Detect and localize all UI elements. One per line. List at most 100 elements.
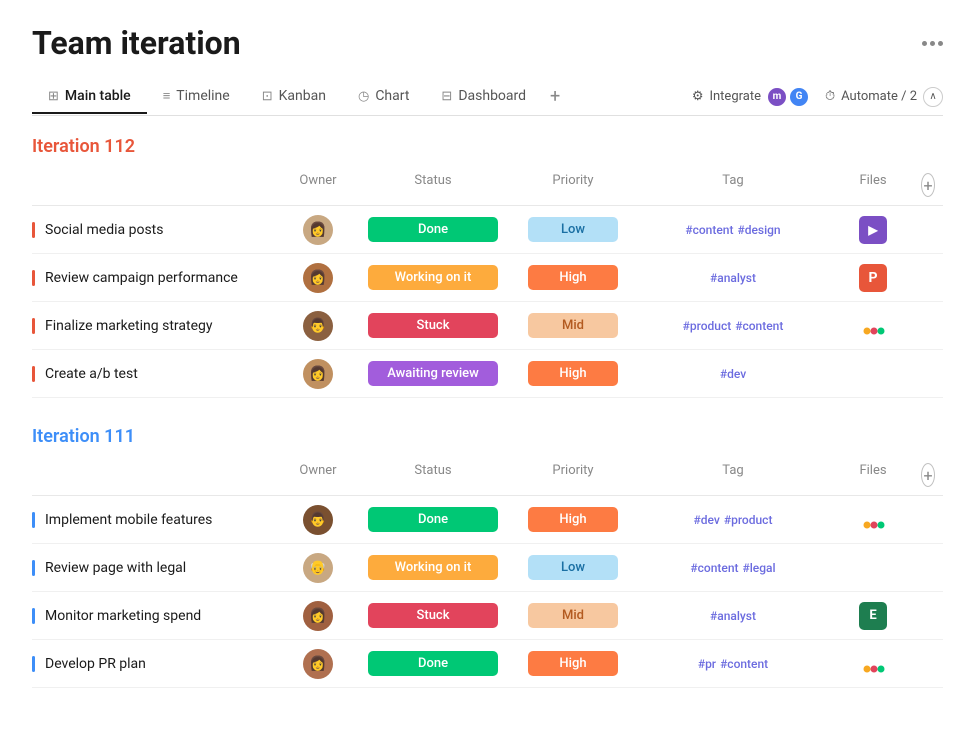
tab-main-table[interactable]: ⊞ Main table	[32, 80, 147, 114]
task-cell: Review campaign performance	[32, 262, 283, 294]
avatar: 👩	[303, 215, 333, 245]
files-cell: E	[833, 602, 913, 630]
task-name: Review page with legal	[45, 560, 186, 576]
integrate-icon: ⚙	[692, 89, 704, 104]
owner-cell: 👩	[283, 215, 353, 245]
priority-badge[interactable]: High	[528, 361, 618, 386]
file-icon[interactable]	[859, 650, 887, 678]
add-view-button[interactable]: +	[542, 78, 568, 115]
avatar: 👩	[303, 263, 333, 293]
integration-avatar-1: m	[767, 87, 787, 107]
col-header-tag: Tag	[633, 459, 833, 491]
owner-cell: 👩	[283, 601, 353, 631]
row-accent	[32, 656, 35, 672]
file-icon[interactable]: P	[859, 264, 887, 292]
row-accent	[32, 512, 35, 528]
iteration-112-header: Iteration 112	[32, 136, 943, 157]
task-name: Social media posts	[45, 222, 164, 238]
col-header-status: Status	[353, 459, 513, 491]
status-badge[interactable]: Done	[368, 507, 498, 532]
tag-cell: #content #design	[633, 223, 833, 237]
task-name: Review campaign performance	[45, 270, 238, 286]
iteration-111-header: Iteration 111	[32, 426, 943, 447]
automate-chevron-icon: ∧	[923, 87, 943, 107]
table-header: Owner Status Priority Tag Files +	[32, 455, 943, 496]
status-cell[interactable]: Stuck	[353, 603, 513, 628]
status-cell[interactable]: Done	[353, 217, 513, 242]
task-cell: Implement mobile features	[32, 504, 283, 536]
files-cell	[833, 312, 913, 340]
integrate-button[interactable]: ⚙ Integrate m G	[692, 87, 809, 107]
timeline-icon: ≡	[163, 88, 171, 104]
status-badge[interactable]: Done	[368, 651, 498, 676]
priority-badge[interactable]: High	[528, 507, 618, 532]
file-icon[interactable]	[859, 312, 887, 340]
status-cell[interactable]: Done	[353, 651, 513, 676]
tab-dashboard-label: Dashboard	[458, 88, 526, 104]
col-add-button[interactable]: +	[913, 169, 943, 201]
priority-cell[interactable]: High	[513, 361, 633, 386]
status-badge[interactable]: Done	[368, 217, 498, 242]
priority-cell[interactable]: Low	[513, 217, 633, 242]
status-cell[interactable]: Working on it	[353, 555, 513, 580]
status-badge[interactable]: Working on it	[368, 555, 498, 580]
status-cell[interactable]: Working on it	[353, 265, 513, 290]
priority-cell[interactable]: Low	[513, 555, 633, 580]
dashboard-icon: ⊟	[441, 89, 452, 104]
owner-cell: 👨	[283, 311, 353, 341]
task-name: Implement mobile features	[45, 512, 212, 528]
task-name: Finalize marketing strategy	[45, 318, 212, 334]
tag-cell: #content #legal	[633, 561, 833, 575]
status-badge[interactable]: Stuck	[368, 603, 498, 628]
automate-button[interactable]: ⏱ Automate / 2 ∧	[825, 87, 943, 107]
col-add-button[interactable]: +	[913, 459, 943, 491]
tab-kanban[interactable]: ⊡ Kanban	[246, 80, 342, 114]
add-column-icon[interactable]: +	[921, 463, 935, 487]
table-row: Develop PR plan 👩 Done High #pr #content	[32, 640, 943, 688]
priority-badge[interactable]: High	[528, 265, 618, 290]
task-name: Monitor marketing spend	[45, 608, 201, 624]
priority-badge[interactable]: Low	[528, 555, 618, 580]
priority-badge[interactable]: High	[528, 651, 618, 676]
row-accent	[32, 318, 35, 334]
tag: #content	[690, 561, 738, 575]
task-cell: Develop PR plan	[32, 648, 283, 680]
status-cell[interactable]: Stuck	[353, 313, 513, 338]
tag: #legal	[743, 561, 776, 575]
col-header-files: Files	[833, 459, 913, 491]
tab-chart[interactable]: ◷ Chart	[342, 80, 425, 114]
tag: #product	[724, 513, 773, 527]
priority-cell[interactable]: Mid	[513, 313, 633, 338]
status-badge[interactable]: Awaiting review	[368, 361, 498, 386]
iteration-111-title: Iteration 111	[32, 426, 135, 447]
status-badge[interactable]: Stuck	[368, 313, 498, 338]
more-options-button[interactable]	[922, 41, 943, 46]
add-column-icon[interactable]: +	[921, 173, 935, 197]
tab-timeline[interactable]: ≡ Timeline	[147, 80, 246, 114]
priority-cell[interactable]: High	[513, 507, 633, 532]
owner-cell: 👩	[283, 263, 353, 293]
status-badge[interactable]: Working on it	[368, 265, 498, 290]
file-icon[interactable]: E	[859, 602, 887, 630]
status-cell[interactable]: Done	[353, 507, 513, 532]
priority-badge[interactable]: Mid	[528, 313, 618, 338]
file-icon[interactable]	[859, 506, 887, 534]
priority-cell[interactable]: High	[513, 651, 633, 676]
status-cell[interactable]: Awaiting review	[353, 361, 513, 386]
tab-chart-label: Chart	[375, 88, 409, 104]
table-row: Finalize marketing strategy 👨 Stuck Mid …	[32, 302, 943, 350]
iteration-112-title: Iteration 112	[32, 136, 135, 157]
row-accent	[32, 366, 35, 382]
avatar: 👨	[303, 311, 333, 341]
row-accent	[32, 608, 35, 624]
dot-icon	[938, 41, 943, 46]
tag: #content	[720, 657, 768, 671]
priority-badge[interactable]: Mid	[528, 603, 618, 628]
col-header-tag: Tag	[633, 169, 833, 201]
avatar: 👩	[303, 649, 333, 679]
priority-badge[interactable]: Low	[528, 217, 618, 242]
priority-cell[interactable]: Mid	[513, 603, 633, 628]
priority-cell[interactable]: High	[513, 265, 633, 290]
tab-dashboard[interactable]: ⊟ Dashboard	[425, 80, 542, 114]
file-icon[interactable]: ▶	[859, 216, 887, 244]
